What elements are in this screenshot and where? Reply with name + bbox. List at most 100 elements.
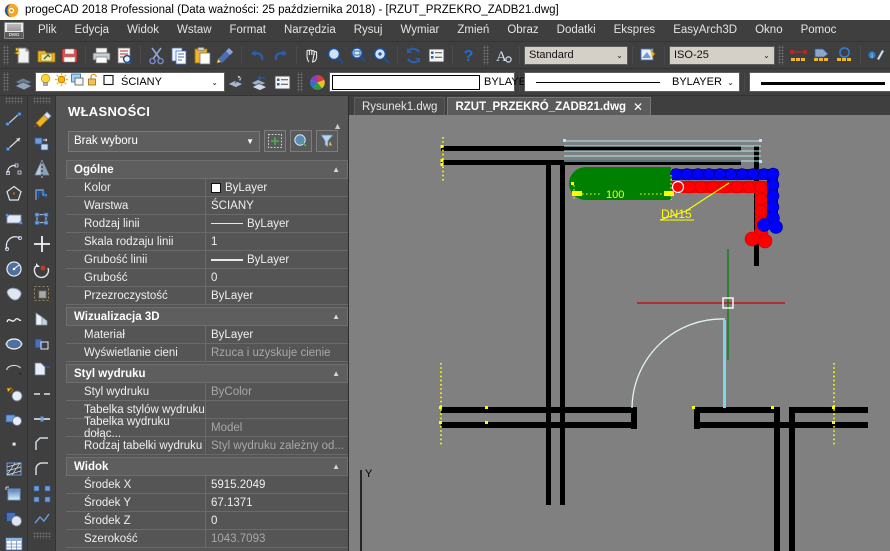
print-icon[interactable] — [90, 44, 113, 66]
toolbar-grip[interactable] — [483, 45, 489, 65]
line-icon[interactable] — [1, 106, 27, 131]
rectangle-icon[interactable] — [1, 206, 27, 231]
property-group-header-wizualizacja-3d[interactable]: Wizualizacja 3D ▲ — [66, 307, 348, 326]
region-icon[interactable] — [1, 506, 27, 531]
sun-freeze-icon[interactable] — [54, 72, 69, 92]
close-icon[interactable]: ✕ — [633, 100, 643, 114]
layer-color-swatch[interactable] — [102, 73, 116, 92]
collapse-arrow-icon[interactable]: ▲ — [333, 121, 342, 131]
menu-wymiar[interactable]: Wymiar — [391, 21, 448, 40]
table-row[interactable]: Skala rodzaju linii 1 — [66, 233, 348, 251]
menu-narzedzia[interactable]: Narzędzia — [275, 21, 345, 40]
cut-scissors-icon[interactable] — [145, 44, 168, 66]
trim-icon[interactable] — [29, 331, 55, 356]
menu-easyarch3d[interactable]: EasyArch3D — [664, 21, 746, 40]
quick-select-icon[interactable] — [264, 130, 286, 152]
unlock-padlock-icon[interactable] — [86, 72, 101, 92]
hatch-pattern-icon[interactable] — [1, 456, 27, 481]
collapse-arrow-icon[interactable]: ▲ — [332, 312, 347, 321]
toolbar-grip[interactable] — [3, 72, 9, 92]
make-block-icon[interactable] — [1, 406, 27, 431]
ellipse-icon[interactable] — [1, 331, 27, 356]
drawing-canvas[interactable]: 100 DN15 Y — [349, 115, 890, 551]
toolbar-grip[interactable] — [4, 97, 23, 104]
array-icon[interactable] — [29, 206, 55, 231]
menu-widok[interactable]: Widok — [118, 21, 168, 40]
linetype-control-combo[interactable]: BYLAYER ⌄ — [524, 72, 740, 92]
freeze-viewport-icon[interactable] — [70, 72, 85, 92]
refresh-regen-icon[interactable] — [402, 44, 425, 66]
scale-icon[interactable] — [29, 281, 55, 306]
dimension-edit-icon[interactable]: i — [865, 44, 888, 66]
lineweight-control-combo[interactable]: BYLAYER — [749, 72, 890, 92]
arc-icon[interactable] — [1, 231, 27, 256]
join-icon[interactable] — [29, 406, 55, 431]
property-value[interactable]: ByLayer — [206, 287, 348, 304]
table-row[interactable]: Szerokość 1043.7093 — [66, 530, 348, 548]
text-style-combo[interactable]: Standard ⌄ — [524, 45, 628, 65]
dimension-style-combo[interactable]: ISO-25 ⌄ — [669, 45, 775, 65]
table-row[interactable]: Materiał ByLayer — [66, 326, 348, 344]
property-value[interactable]: ByLayer — [206, 326, 348, 343]
menu-edycja[interactable]: Edycja — [66, 21, 119, 40]
toolbar-grip[interactable] — [32, 97, 51, 104]
text-style-icon[interactable]: A — [492, 44, 515, 66]
table-row[interactable]: Środek X 5915.2049 — [66, 476, 348, 494]
collapse-arrow-icon[interactable]: ▲ — [332, 462, 347, 471]
spline-icon[interactable] — [1, 306, 27, 331]
color-control-combo[interactable]: BYLAYER ⌄ — [329, 72, 541, 92]
selection-combo[interactable]: Brak wyboru ▼ — [68, 130, 260, 152]
layer-manager-icon[interactable] — [12, 71, 35, 93]
offset-icon[interactable] — [29, 181, 55, 206]
chevron-down-icon[interactable]: ⌄ — [727, 78, 739, 87]
select-objects-icon[interactable] — [290, 130, 312, 152]
menu-format[interactable]: Format — [221, 21, 275, 40]
zoom-previous-icon[interactable] — [347, 44, 370, 66]
menu-zmien[interactable]: Zmień — [448, 21, 498, 40]
make-object-layer-current-icon[interactable] — [225, 71, 248, 93]
layer-previous-icon[interactable] — [248, 71, 271, 93]
gradient-icon[interactable] — [1, 481, 27, 506]
layer-states-icon[interactable] — [271, 71, 294, 93]
table-icon[interactable] — [1, 531, 27, 551]
color-palette-icon[interactable] — [306, 71, 329, 93]
toolbar-grip[interactable] — [778, 45, 784, 65]
properties-list-icon[interactable] — [425, 44, 448, 66]
collapse-arrow-icon[interactable]: ▲ — [332, 165, 347, 174]
save-disk-icon[interactable] — [58, 44, 81, 66]
property-group-header-styl-wydruku[interactable]: Styl wydruku ▲ — [66, 364, 348, 383]
menu-dodatki[interactable]: Dodatki — [548, 21, 605, 40]
polygon-icon[interactable] — [1, 181, 27, 206]
chevron-down-icon[interactable]: ⌄ — [211, 78, 224, 87]
property-value[interactable]: 1 — [206, 233, 348, 250]
edit-polyline-icon[interactable] — [29, 506, 55, 531]
table-row[interactable]: Rodzaj linii ByLayer — [66, 215, 348, 233]
menu-plik[interactable]: Plik — [29, 21, 66, 40]
arc-3point-icon[interactable] — [1, 156, 27, 181]
menu-pomoc[interactable]: Pomoc — [792, 21, 846, 40]
menu-obraz[interactable]: Obraz — [498, 21, 547, 40]
aligned-dimension-icon[interactable] — [810, 44, 833, 66]
table-row[interactable]: Kolor ByLayer — [66, 179, 348, 197]
fillet-icon[interactable] — [29, 456, 55, 481]
menu-rysuj[interactable]: Rysuj — [345, 21, 392, 40]
property-value[interactable]: ŚCIANY — [206, 197, 348, 214]
chamfer-icon[interactable] — [29, 431, 55, 456]
radius-dimension-icon[interactable] — [833, 44, 856, 66]
collapse-arrow-icon[interactable]: ▲ — [332, 369, 347, 378]
menu-ekspres[interactable]: Ekspres — [605, 21, 665, 40]
chevron-down-icon[interactable]: ⌄ — [612, 47, 627, 64]
menu-wstaw[interactable]: Wstaw — [168, 21, 221, 40]
document-tab-rysunek1[interactable]: Rysunek1.dwg — [354, 97, 446, 115]
ellipse-arc-icon[interactable] — [1, 356, 27, 381]
property-group-header-ogolne[interactable]: Ogólne ▲ — [66, 160, 348, 179]
property-value[interactable]: ByLayer — [206, 215, 348, 232]
mirror-icon[interactable] — [29, 156, 55, 181]
table-row[interactable]: Grubość 0 — [66, 269, 348, 287]
open-folder-icon[interactable] — [35, 44, 58, 66]
table-row[interactable]: Środek Z 0 — [66, 512, 348, 530]
property-value[interactable]: 67.1371 — [206, 494, 348, 511]
insert-block-icon[interactable] — [1, 381, 27, 406]
rotate-icon[interactable] — [29, 256, 55, 281]
table-row[interactable]: Tabelka wydruku dołąc... Model — [66, 416, 348, 440]
